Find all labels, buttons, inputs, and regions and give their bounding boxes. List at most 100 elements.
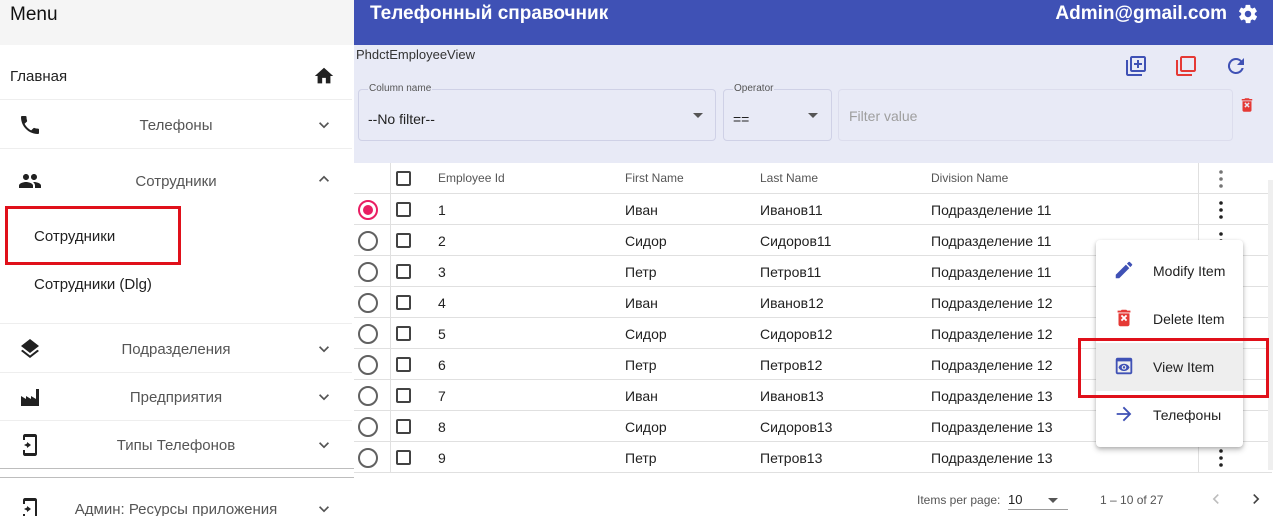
sidebar-item-employees[interactable]: Сотрудники: [0, 157, 352, 205]
table-row[interactable]: 1 Иван Иванов11 Подразделение 11: [354, 194, 1272, 225]
scrollbar[interactable]: [1268, 180, 1273, 470]
page-size-select[interactable]: 10: [1008, 492, 1022, 507]
cell-last-name: Сидоров12: [760, 326, 833, 342]
chevron-down-icon: [319, 394, 329, 401]
menu-item-label: Телефоны: [1153, 407, 1222, 423]
operator-value: ==: [733, 111, 750, 127]
gear-icon[interactable]: [1237, 3, 1259, 25]
sidebar-item-phones[interactable]: Телефоны: [0, 101, 352, 149]
filter-value-input[interactable]: Filter value: [838, 89, 1233, 141]
table-header: Employee Id First Name Last Name Divisio…: [354, 163, 1272, 194]
chevron-down-icon: [319, 442, 329, 449]
cell-division-name: Подразделение 13: [931, 419, 1053, 435]
menu-item-modify[interactable]: Modify Item: [1096, 247, 1243, 295]
row-select-radio[interactable]: [358, 417, 378, 437]
column-name-select[interactable]: Column name --No filter--: [358, 83, 716, 141]
delete-icon: [1117, 309, 1131, 327]
sidebar-subitem-employees-dlg[interactable]: Сотрудники (Dlg): [34, 276, 152, 293]
row-select-radio[interactable]: [358, 355, 378, 375]
highlight-box: [1078, 338, 1269, 398]
sidebar-item-divisions[interactable]: Подразделения: [0, 325, 352, 373]
cell-division-name: Подразделение 13: [931, 388, 1053, 404]
sidebar-item-label: Типы Телефонов: [116, 437, 236, 454]
cell-first-name: Сидор: [625, 326, 667, 342]
column-name-label: Column name: [368, 83, 433, 94]
select-all-checkbox[interactable]: [396, 171, 411, 186]
cell-last-name: Петров12: [760, 357, 823, 373]
row-select-radio[interactable]: [358, 448, 378, 468]
sidebar-item-phone-types[interactable]: Типы Телефонов: [0, 421, 352, 469]
row-checkbox[interactable]: [396, 233, 411, 248]
sidebar-item-label: Предприятия: [129, 389, 223, 406]
chevron-right-icon[interactable]: [1246, 489, 1266, 509]
header-first-name[interactable]: First Name: [625, 171, 684, 185]
edit-icon: [1115, 261, 1133, 279]
operator-label: Operator: [733, 83, 775, 94]
more-vert-icon[interactable]: [1219, 201, 1223, 219]
header-last-name[interactable]: Last Name: [760, 171, 818, 185]
cell-employee-id: 8: [438, 419, 446, 435]
row-checkbox[interactable]: [396, 264, 411, 279]
menu-item-label: Delete Item: [1153, 311, 1225, 327]
more-vert-icon[interactable]: [1219, 449, 1223, 467]
phone-icon: [21, 116, 39, 134]
menu-item-label: Modify Item: [1153, 263, 1226, 279]
row-select-radio[interactable]: [358, 324, 378, 344]
people-icon: [19, 174, 41, 188]
cell-first-name: Петр: [625, 264, 657, 280]
user-email[interactable]: Admin@gmail.com: [1055, 3, 1227, 25]
chevron-left-icon[interactable]: [1206, 489, 1226, 509]
sidebar-item-admin-resources[interactable]: Админ: Ресурсы приложения: [0, 485, 352, 516]
copy-icon[interactable]: [1174, 54, 1198, 78]
dropdown-arrow-icon: [693, 113, 703, 118]
row-select-radio[interactable]: [358, 262, 378, 282]
sidebar-item-enterprises[interactable]: Предприятия: [0, 373, 352, 421]
cell-employee-id: 5: [438, 326, 446, 342]
more-vert-icon[interactable]: [1219, 170, 1223, 188]
menu-item-phones[interactable]: Телефоны: [1096, 391, 1243, 439]
cell-last-name: Сидоров13: [760, 419, 833, 435]
header-division-name[interactable]: Division Name: [931, 171, 1008, 185]
cell-division-name: Подразделение 12: [931, 295, 1053, 311]
row-checkbox[interactable]: [396, 357, 411, 372]
divider: [0, 468, 354, 469]
header-employee-id[interactable]: Employee Id: [438, 171, 505, 185]
cell-first-name: Иван: [625, 295, 658, 311]
cell-employee-id: 7: [438, 388, 446, 404]
delete-icon[interactable]: [1238, 95, 1256, 115]
cell-last-name: Петров13: [760, 450, 823, 466]
divider: [0, 323, 352, 324]
refresh-icon[interactable]: [1224, 54, 1248, 78]
row-checkbox[interactable]: [396, 202, 411, 217]
row-checkbox[interactable]: [396, 295, 411, 310]
dropdown-arrow-icon: [808, 113, 818, 118]
sidebar-item-label: Телефоны: [139, 117, 213, 134]
arrow-right-icon: [1116, 406, 1132, 422]
sidebar-item-home[interactable]: Главная: [0, 52, 352, 100]
cell-employee-id: 6: [438, 357, 446, 373]
cell-last-name: Иванов12: [760, 295, 824, 311]
filter-value-placeholder: Filter value: [849, 108, 918, 124]
row-checkbox[interactable]: [396, 419, 411, 434]
cell-first-name: Петр: [625, 357, 657, 373]
cell-last-name: Иванов11: [760, 202, 823, 218]
column-name-value: --No filter--: [368, 111, 435, 127]
add-multiple-icon[interactable]: [1124, 54, 1148, 78]
row-checkbox[interactable]: [396, 326, 411, 341]
chevron-down-icon: [319, 346, 329, 353]
menu-item-delete[interactable]: Delete Item: [1096, 295, 1243, 343]
cell-division-name: Подразделение 11: [931, 264, 1052, 280]
page-size-underline: [1008, 509, 1068, 510]
row-select-radio[interactable]: [358, 231, 378, 251]
operator-select[interactable]: Operator ==: [723, 83, 832, 141]
dropdown-arrow-icon[interactable]: [1048, 498, 1058, 503]
highlight-box: [5, 206, 181, 265]
phone-settings-icon: [23, 498, 37, 516]
row-select-radio[interactable]: [358, 293, 378, 313]
row-select-radio[interactable]: [358, 386, 378, 406]
chevron-up-icon: [319, 175, 329, 182]
row-checkbox[interactable]: [396, 450, 411, 465]
chevron-down-icon: [319, 122, 329, 129]
row-checkbox[interactable]: [396, 388, 411, 403]
row-select-radio[interactable]: [358, 200, 378, 220]
